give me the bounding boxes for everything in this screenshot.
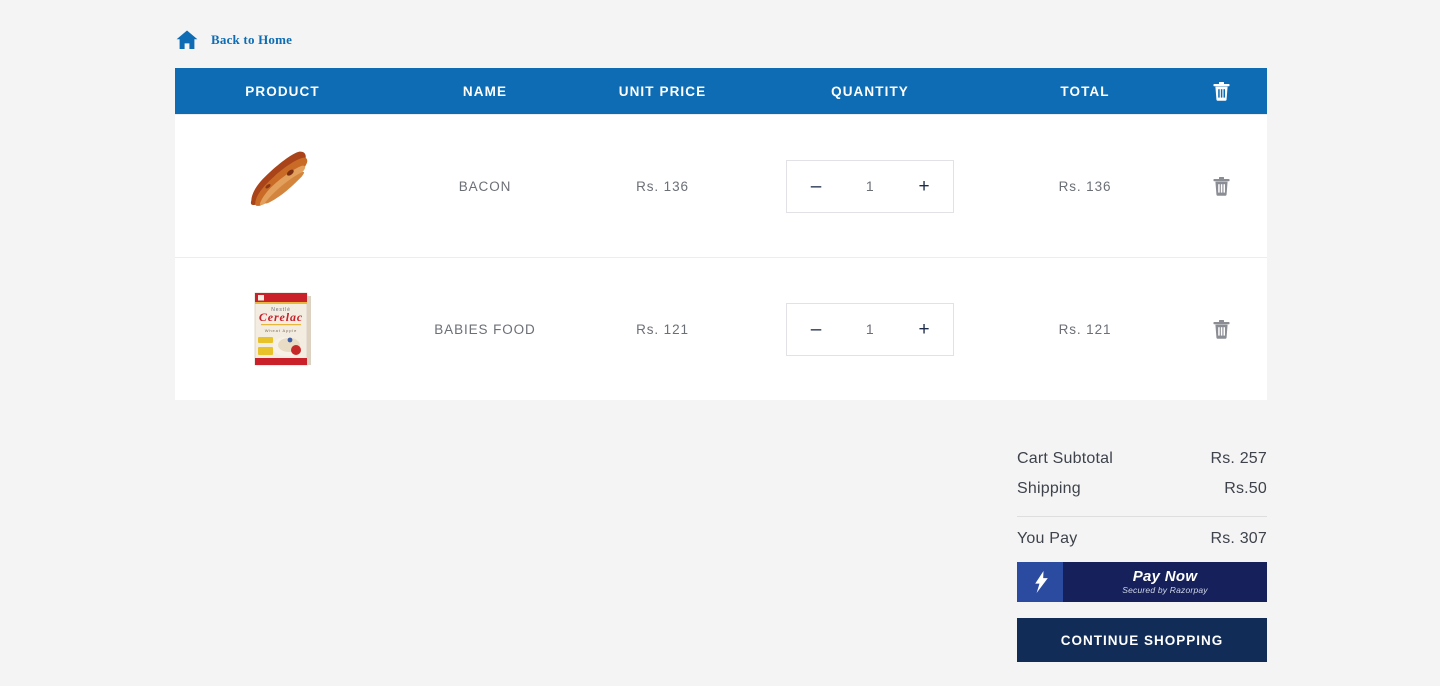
razorpay-logo-icon xyxy=(1017,562,1063,602)
table-row: BACON Rs. 136 – 1 + Rs. 136 xyxy=(175,114,1267,257)
pay-now-button[interactable]: Pay Now Secured by Razorpay xyxy=(1017,562,1267,602)
header-unit-price: UNIT PRICE xyxy=(618,83,707,99)
quantity-cell: – 1 + xyxy=(745,159,995,213)
cerelac-box-image: Nestlé Cerelac Wheat Apple xyxy=(253,291,313,367)
header-quantity: QUANTITY xyxy=(831,83,909,99)
back-to-home-link[interactable]: Back to Home xyxy=(175,28,292,52)
product-total: Rs. 136 xyxy=(1058,178,1112,194)
summary-row-you-pay: You Pay Rs. 307 xyxy=(1017,517,1267,554)
pay-now-label: Pay Now xyxy=(1132,567,1198,585)
table-row: Nestlé Cerelac Wheat Apple BABIES FOOD R… xyxy=(175,257,1267,400)
product-total: Rs. 121 xyxy=(1058,321,1112,337)
pay-now-text: Pay Now Secured by Razorpay xyxy=(1063,562,1267,602)
product-image-cell: Nestlé Cerelac Wheat Apple xyxy=(175,291,390,367)
remove-item-button[interactable] xyxy=(1175,176,1267,196)
product-image-cell xyxy=(175,144,390,228)
summary-row-shipping: Shipping Rs.50 xyxy=(1017,474,1267,504)
continue-shopping-button[interactable]: CONTINUE SHOPPING xyxy=(1017,618,1267,662)
home-icon xyxy=(175,28,199,52)
svg-text:Wheat Apple: Wheat Apple xyxy=(264,328,297,333)
summary-row-subtotal: Cart Subtotal Rs. 257 xyxy=(1017,444,1267,474)
cart-table: PRODUCT NAME UNIT PRICE QUANTITY TOTAL B… xyxy=(175,68,1267,400)
subtotal-value: Rs. 257 xyxy=(1210,450,1267,467)
trash-icon xyxy=(1213,176,1230,196)
decrement-button[interactable]: – xyxy=(805,320,827,339)
shipping-value: Rs.50 xyxy=(1224,480,1267,497)
subtotal-label: Cart Subtotal xyxy=(1017,450,1113,467)
quantity-stepper: – 1 + xyxy=(786,302,954,356)
product-unit-price: Rs. 136 xyxy=(636,178,689,194)
increment-button[interactable]: + xyxy=(913,320,935,339)
product-name: BACON xyxy=(458,178,512,194)
increment-button[interactable]: + xyxy=(913,177,935,196)
remove-item-button[interactable] xyxy=(1175,319,1267,339)
trash-icon xyxy=(1213,319,1230,339)
header-delete-all-button[interactable] xyxy=(1175,81,1267,101)
product-name: BABIES FOOD xyxy=(434,321,536,337)
back-to-home-label: Back to Home xyxy=(211,32,293,47)
bacon-strip-image xyxy=(237,144,329,228)
quantity-value: 1 xyxy=(865,321,875,337)
cart-table-header: PRODUCT NAME UNIT PRICE QUANTITY TOTAL xyxy=(175,68,1267,114)
header-name: NAME xyxy=(462,83,508,99)
decrement-button[interactable]: – xyxy=(805,177,827,196)
trash-icon xyxy=(1175,81,1267,101)
quantity-stepper: – 1 + xyxy=(786,159,954,213)
quantity-cell: – 1 + xyxy=(745,302,995,356)
you-pay-label: You Pay xyxy=(1017,530,1078,547)
product-unit-price: Rs. 121 xyxy=(636,321,689,337)
svg-text:Cerelac: Cerelac xyxy=(258,310,302,324)
order-summary: Cart Subtotal Rs. 257 Shipping Rs.50 You… xyxy=(1017,444,1267,554)
quantity-value: 1 xyxy=(865,178,875,194)
header-total: TOTAL xyxy=(1060,83,1110,99)
you-pay-value: Rs. 307 xyxy=(1210,530,1267,547)
shipping-label: Shipping xyxy=(1017,480,1081,497)
pay-now-subtitle: Secured by Razorpay xyxy=(1122,585,1208,596)
header-product: PRODUCT xyxy=(245,83,320,99)
